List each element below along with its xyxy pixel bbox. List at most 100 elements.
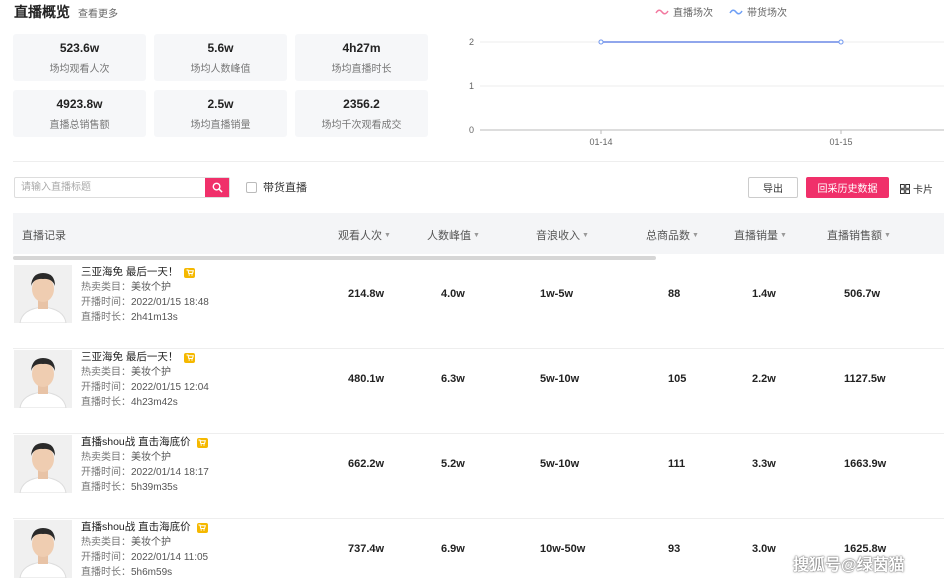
stat-value: 4923.8w — [56, 96, 103, 111]
cell-peak: 5.2w — [441, 458, 465, 470]
stat-card-avg-volume: 2.5w 场均直播销量 — [154, 90, 287, 137]
x-tick-label: 01-14 — [589, 137, 612, 147]
sort-icon: ▼ — [692, 231, 699, 239]
stat-card-avg-peak: 5.6w 场均人数峰值 — [154, 34, 287, 81]
stat-value: 523.6w — [59, 40, 100, 55]
cell-products: 105 — [668, 373, 687, 385]
cell-sales: 3.0w — [752, 543, 776, 555]
goods-live-filter[interactable]: 带货直播 — [246, 179, 307, 195]
stat-label: 场均观看人次 — [49, 63, 110, 75]
legend-item-live[interactable]: 直播场次 — [655, 4, 713, 19]
stat-value: 2356.2 — [343, 96, 380, 111]
cell-products: 88 — [668, 288, 681, 300]
stat-card-avg-views: 523.6w 场均观看人次 — [13, 34, 146, 81]
stat-label: 场均直播销量 — [190, 119, 251, 131]
stats-grid: 523.6w 场均观看人次 5.6w 场均人数峰值 4h27m 场均直播时长 4… — [13, 34, 429, 137]
legend-label: 直播场次 — [673, 8, 713, 19]
col-header-income[interactable]: 音浪收入 ▼ — [536, 227, 589, 243]
live-duration: 直播时长：2h41m13s — [81, 312, 178, 323]
legend-label: 带货场次 — [747, 8, 787, 19]
table-header: 直播记录 观看人次 ▼ 人数峰值 ▼ 音浪收入 ▼ 总商品数 ▼ 直播销量 ▼ 直播销售额… — [13, 213, 944, 254]
checkbox-label: 带货直播 — [263, 182, 307, 194]
table-row[interactable]: 直播shou战 直击海底价 热卖类目：美妆个护 开播时间：2022/01/14 18… — [13, 434, 944, 519]
view-more-link[interactable]: 查看更多 — [78, 5, 118, 20]
y-tick-label: 0 — [469, 125, 474, 135]
shopping-cart-icon — [184, 352, 196, 363]
cell-revenue: 506.7w — [844, 288, 881, 300]
search-input[interactable] — [15, 178, 205, 197]
live-title-line[interactable]: 直播shou战 直击海底价 — [81, 520, 208, 535]
live-title[interactable]: 直播shou战 直击海底价 — [81, 435, 191, 450]
cell-sales: 2.2w — [752, 373, 776, 385]
section-divider — [13, 161, 944, 162]
live-cover-thumbnail[interactable] — [14, 435, 72, 493]
live-title[interactable]: 三亚海免 最后一天！ — [81, 265, 178, 280]
streamer-avatar-icon — [14, 265, 72, 323]
live-title-line[interactable]: 三亚海免 最后一天！ — [81, 265, 209, 280]
live-title-line[interactable]: 直播shou战 直击海底价 — [81, 435, 209, 450]
search-button[interactable] — [205, 178, 229, 197]
cell-peak: 6.9w — [441, 543, 465, 555]
col-header-sales[interactable]: 直播销量 ▼ — [734, 227, 787, 243]
grid-icon — [900, 183, 910, 194]
cell-products: 93 — [668, 543, 681, 555]
cell-views: 737.4w — [348, 543, 385, 555]
overview-header: 直播概览 查看更多 — [14, 2, 118, 22]
sort-icon: ▼ — [384, 231, 391, 239]
cell-revenue: 1127.5w — [844, 373, 886, 385]
col-header-views[interactable]: 观看人次 ▼ — [338, 227, 391, 243]
live-title[interactable]: 三亚海免 最后一天！ — [81, 350, 178, 365]
start-time: 开播时间：2022/01/14 11:05 — [81, 552, 209, 563]
cell-income: 10w-50w — [540, 543, 586, 555]
cell-sales: 1.4w — [752, 288, 776, 300]
stat-card-total-sales: 4923.8w 直播总销售额 — [13, 90, 146, 137]
live-record-info: 直播shou战 直击海底价热卖类目：美妆个护开播时间：2022/01/14 11… — [81, 520, 208, 580]
col-header-revenue[interactable]: 直播销售额 ▼ — [827, 227, 891, 243]
col-header-peak[interactable]: 人数峰值 ▼ — [427, 227, 480, 243]
history-data-button[interactable]: 回采历史数据 — [806, 177, 889, 198]
col-header-record: 直播记录 — [22, 230, 66, 242]
wave-line-icon — [655, 9, 669, 14]
cell-income: 1w-5w — [540, 288, 574, 300]
stat-label: 场均直播时长 — [331, 63, 392, 75]
stat-label: 场均人数峰值 — [190, 63, 251, 75]
col-header-products[interactable]: 总商品数 ▼ — [646, 227, 699, 243]
start-time: 开播时间：2022/01/15 18:48 — [81, 297, 209, 308]
legend-item-goods[interactable]: 带货场次 — [729, 4, 787, 19]
stat-value: 2.5w — [207, 96, 234, 111]
stat-card-avg-duration: 4h27m 场均直播时长 — [295, 34, 428, 81]
live-cover-thumbnail[interactable] — [14, 265, 72, 323]
cell-peak: 6.3w — [441, 373, 465, 385]
stat-value: 5.6w — [207, 40, 234, 55]
streamer-avatar-icon — [14, 350, 72, 408]
sort-icon: ▼ — [473, 231, 480, 239]
cell-revenue: 1663.9w — [844, 458, 887, 470]
y-tick-label: 2 — [469, 37, 474, 47]
live-title-line[interactable]: 三亚海免 最后一天！ — [81, 350, 209, 365]
table-toolbar: 带货直播 导出 回采历史数据 卡片 — [14, 177, 944, 199]
cell-income: 5w-10w — [540, 373, 580, 385]
card-view-label: 卡片 — [913, 185, 933, 196]
table-row[interactable]: 三亚海免 最后一天！ 热卖类目：美妆个护 开播时间：2022/01/15 12:04… — [13, 349, 944, 434]
stat-label: 直播总销售额 — [49, 119, 110, 131]
data-point[interactable] — [598, 39, 604, 45]
stat-card-gpm: 2356.2 场均千次观看成交 — [295, 90, 428, 137]
hot-category: 热卖类目：美妆个护 — [81, 537, 171, 548]
card-view-toggle[interactable]: 卡片 — [900, 181, 933, 196]
shopping-cart-icon — [196, 437, 208, 448]
horizontal-scrollbar[interactable] — [13, 256, 656, 260]
cell-income: 5w-10w — [540, 458, 580, 470]
shopping-cart-icon — [196, 522, 208, 533]
live-cover-thumbnail[interactable] — [14, 520, 72, 578]
streamer-avatar-icon — [14, 435, 72, 493]
start-time: 开播时间：2022/01/14 18:17 — [81, 467, 209, 478]
live-cover-thumbnail[interactable] — [14, 350, 72, 408]
data-point[interactable] — [838, 39, 844, 45]
export-button[interactable]: 导出 — [748, 177, 798, 198]
hot-category: 热卖类目：美妆个护 — [81, 367, 171, 378]
checkbox[interactable] — [246, 181, 257, 193]
table-row[interactable]: 三亚海免 最后一天！ 热卖类目：美妆个护 开播时间：2022/01/15 18:48… — [13, 264, 944, 349]
live-title[interactable]: 直播shou战 直击海底价 — [81, 520, 191, 535]
cell-views: 480.1w — [348, 373, 385, 385]
cell-sales: 3.3w — [752, 458, 776, 470]
